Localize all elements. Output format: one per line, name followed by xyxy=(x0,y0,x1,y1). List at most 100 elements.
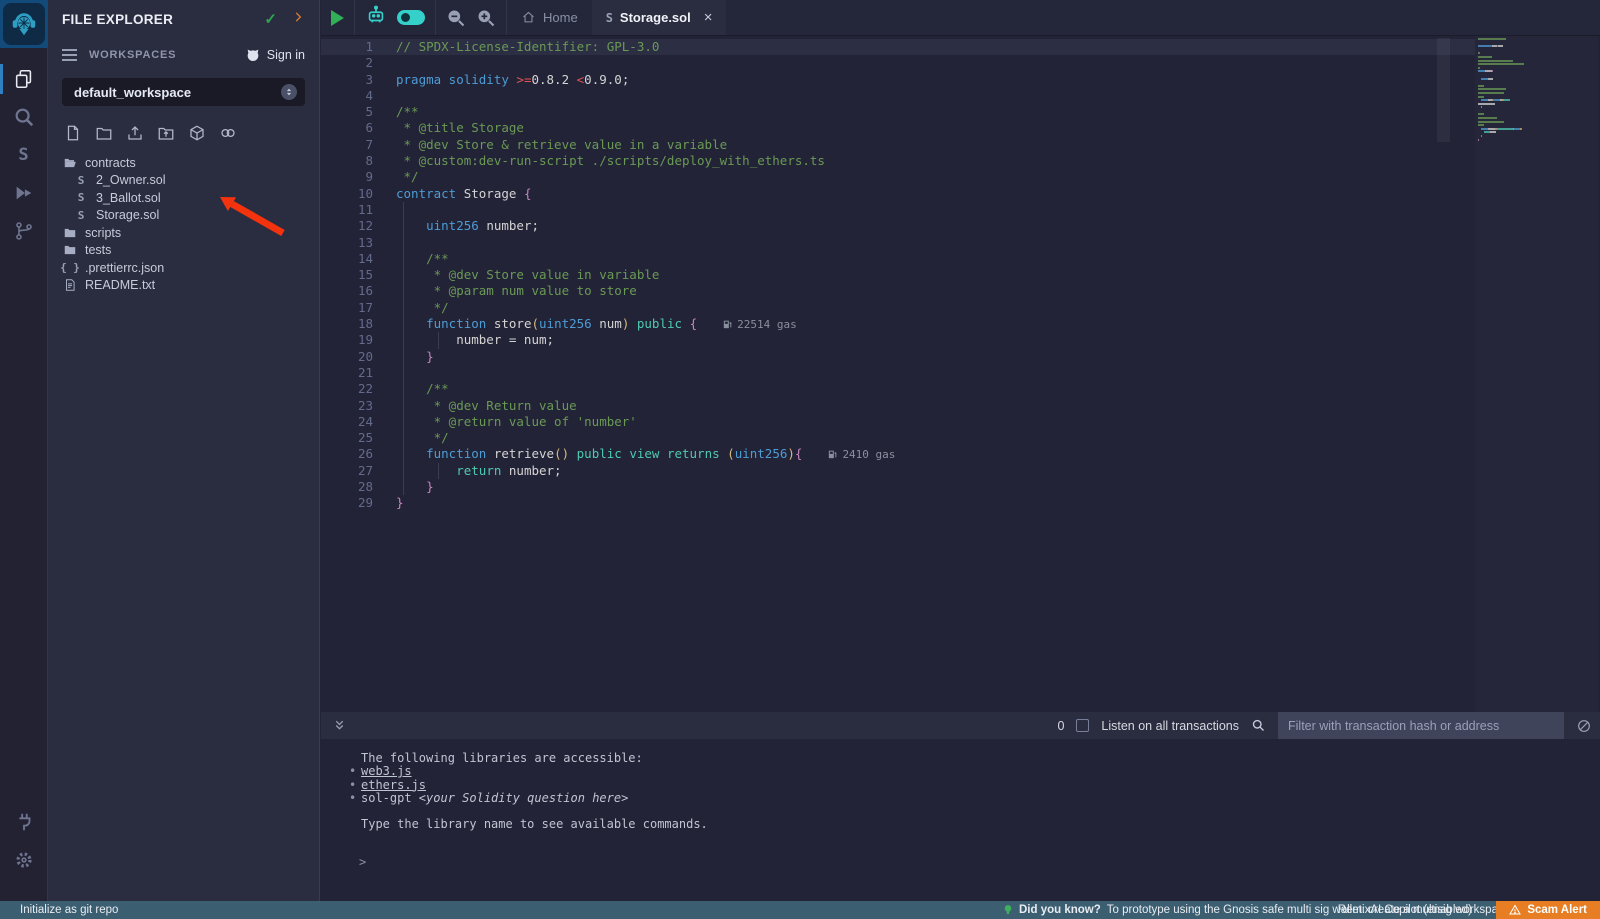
clear-console-icon[interactable] xyxy=(1576,718,1592,734)
line-number[interactable]: 12 xyxy=(321,218,373,234)
terminal-search-icon[interactable] xyxy=(1251,718,1266,733)
code-line[interactable]: 17 */ xyxy=(321,300,1600,316)
solidity-compiler-icon[interactable]: S xyxy=(0,136,48,174)
line-number[interactable]: 25 xyxy=(321,430,373,446)
line-number[interactable]: 26 xyxy=(321,446,373,462)
git-icon[interactable] xyxy=(0,212,48,250)
tree-item--prettierrc-json[interactable]: { }.prettierrc.json xyxy=(48,259,319,277)
copilot-status[interactable]: RemixAI Copilot (enabled) xyxy=(1338,904,1472,916)
code-line[interactable]: 25 */ xyxy=(321,430,1600,446)
settings-icon[interactable] xyxy=(0,841,48,879)
terminal-link[interactable]: web3.js xyxy=(361,764,412,778)
close-icon[interactable]: × xyxy=(704,9,713,26)
code-line[interactable]: 23 * @dev Return value xyxy=(321,398,1600,414)
zoom-out-icon[interactable] xyxy=(446,8,466,28)
line-number[interactable]: 19 xyxy=(321,332,373,348)
new-file-icon[interactable] xyxy=(64,124,82,142)
code-line[interactable]: 5/** xyxy=(321,104,1600,120)
line-number[interactable]: 3 xyxy=(321,72,373,88)
plugin-manager-icon[interactable] xyxy=(0,803,48,841)
line-number[interactable]: 29 xyxy=(321,495,373,511)
workspaces-menu-icon[interactable] xyxy=(62,49,77,61)
code-line[interactable]: 21 xyxy=(321,365,1600,381)
code-line[interactable]: 3pragma solidity >=0.8.2 <0.9.0; xyxy=(321,72,1600,88)
line-number[interactable]: 9 xyxy=(321,169,373,185)
code-editor[interactable]: 1// SPDX-License-Identifier: GPL-3.023pr… xyxy=(321,36,1600,712)
code-line[interactable]: 11 xyxy=(321,202,1600,218)
ai-copilot-toggle[interactable] xyxy=(397,10,425,25)
code-line[interactable]: 28 } xyxy=(321,479,1600,495)
code-line[interactable]: 10contract Storage { xyxy=(321,186,1600,202)
terminal-prompt[interactable]: > xyxy=(359,855,1600,869)
line-number[interactable]: 16 xyxy=(321,283,373,299)
line-number[interactable]: 18 xyxy=(321,316,373,332)
tree-item-readme-txt[interactable]: README.txt xyxy=(48,277,319,295)
code-line[interactable]: 12 uint256 number; xyxy=(321,218,1600,234)
tab-home[interactable]: Home xyxy=(507,0,592,35)
line-number[interactable]: 22 xyxy=(321,381,373,397)
line-number[interactable]: 23 xyxy=(321,398,373,414)
code-line[interactable]: 20 } xyxy=(321,349,1600,365)
line-number[interactable]: 13 xyxy=(321,235,373,251)
scam-alert-button[interactable]: Scam Alert xyxy=(1496,901,1600,919)
chevron-right-icon[interactable] xyxy=(291,10,305,29)
remixai-robot-icon[interactable] xyxy=(365,4,387,31)
line-number[interactable]: 1 xyxy=(321,39,373,55)
check-icon[interactable]: ✓ xyxy=(264,10,277,28)
workspace-select[interactable]: default_workspace xyxy=(62,78,305,106)
line-number[interactable]: 27 xyxy=(321,463,373,479)
link-icon[interactable] xyxy=(219,124,237,142)
listen-checkbox[interactable] xyxy=(1076,719,1089,732)
code-line[interactable]: 14 /** xyxy=(321,251,1600,267)
line-number[interactable]: 5 xyxy=(321,104,373,120)
tree-item-2-owner-sol[interactable]: S2_Owner.sol xyxy=(48,172,319,190)
tree-item-contracts[interactable]: contracts xyxy=(48,154,319,172)
line-number[interactable]: 10 xyxy=(321,186,373,202)
tab-storage-sol[interactable]: SStorage.sol× xyxy=(592,0,727,35)
code-line[interactable]: 16 * @param num value to store xyxy=(321,283,1600,299)
deploy-run-icon[interactable] xyxy=(0,174,48,212)
terminal-collapse-icon[interactable] xyxy=(333,719,346,732)
terminal-link[interactable]: ethers.js xyxy=(361,778,426,792)
terminal-output[interactable]: The following libraries are accessible:•… xyxy=(321,739,1600,901)
line-number[interactable]: 20 xyxy=(321,349,373,365)
code-line[interactable]: 13 xyxy=(321,235,1600,251)
line-number[interactable]: 28 xyxy=(321,479,373,495)
code-line[interactable]: 29} xyxy=(321,495,1600,511)
search-icon[interactable] xyxy=(0,98,48,136)
upload-file-icon[interactable] xyxy=(126,124,144,142)
scrollbar-slider[interactable] xyxy=(1437,38,1450,142)
code-line[interactable]: 1// SPDX-License-Identifier: GPL-3.0 xyxy=(321,39,1600,55)
transaction-filter-input[interactable] xyxy=(1278,712,1564,739)
line-number[interactable]: 15 xyxy=(321,267,373,283)
code-line[interactable]: 7 * @dev Store & retrieve value in a var… xyxy=(321,137,1600,153)
code-line[interactable]: 6 * @title Storage xyxy=(321,120,1600,136)
code-line[interactable]: 4 xyxy=(321,88,1600,104)
line-number[interactable]: 7 xyxy=(321,137,373,153)
zoom-in-icon[interactable] xyxy=(476,8,496,28)
tree-item-tests[interactable]: tests xyxy=(48,242,319,260)
code-line[interactable]: 27 return number; xyxy=(321,463,1600,479)
line-number[interactable]: 2 xyxy=(321,55,373,71)
tree-item-3-ballot-sol[interactable]: S3_Ballot.sol xyxy=(48,189,319,207)
cube-icon[interactable] xyxy=(188,124,206,142)
line-number[interactable]: 11 xyxy=(321,202,373,218)
remix-logo[interactable] xyxy=(0,0,48,48)
sign-in-button[interactable]: Sign in xyxy=(245,47,305,63)
tree-item-scripts[interactable]: scripts xyxy=(48,224,319,242)
code-line[interactable]: 2 xyxy=(321,55,1600,71)
code-line[interactable]: 24 * @return value of 'number' xyxy=(321,414,1600,430)
tree-item-storage-sol[interactable]: SStorage.sol xyxy=(48,207,319,225)
line-number[interactable]: 24 xyxy=(321,414,373,430)
code-line[interactable]: 22 /** xyxy=(321,381,1600,397)
code-line[interactable]: 18 function store(uint256 num) public {2… xyxy=(321,316,1600,332)
line-number[interactable]: 8 xyxy=(321,153,373,169)
git-init-button[interactable]: Initialize as git repo xyxy=(20,904,118,916)
code-line[interactable]: 19 number = num; xyxy=(321,332,1600,348)
code-line[interactable]: 9 */ xyxy=(321,169,1600,185)
code-line[interactable]: 15 * @dev Store value in variable xyxy=(321,267,1600,283)
code-line[interactable]: 26 function retrieve() public view retur… xyxy=(321,446,1600,462)
run-script-button[interactable] xyxy=(331,10,344,26)
line-number[interactable]: 21 xyxy=(321,365,373,381)
new-folder-icon[interactable] xyxy=(95,124,113,142)
